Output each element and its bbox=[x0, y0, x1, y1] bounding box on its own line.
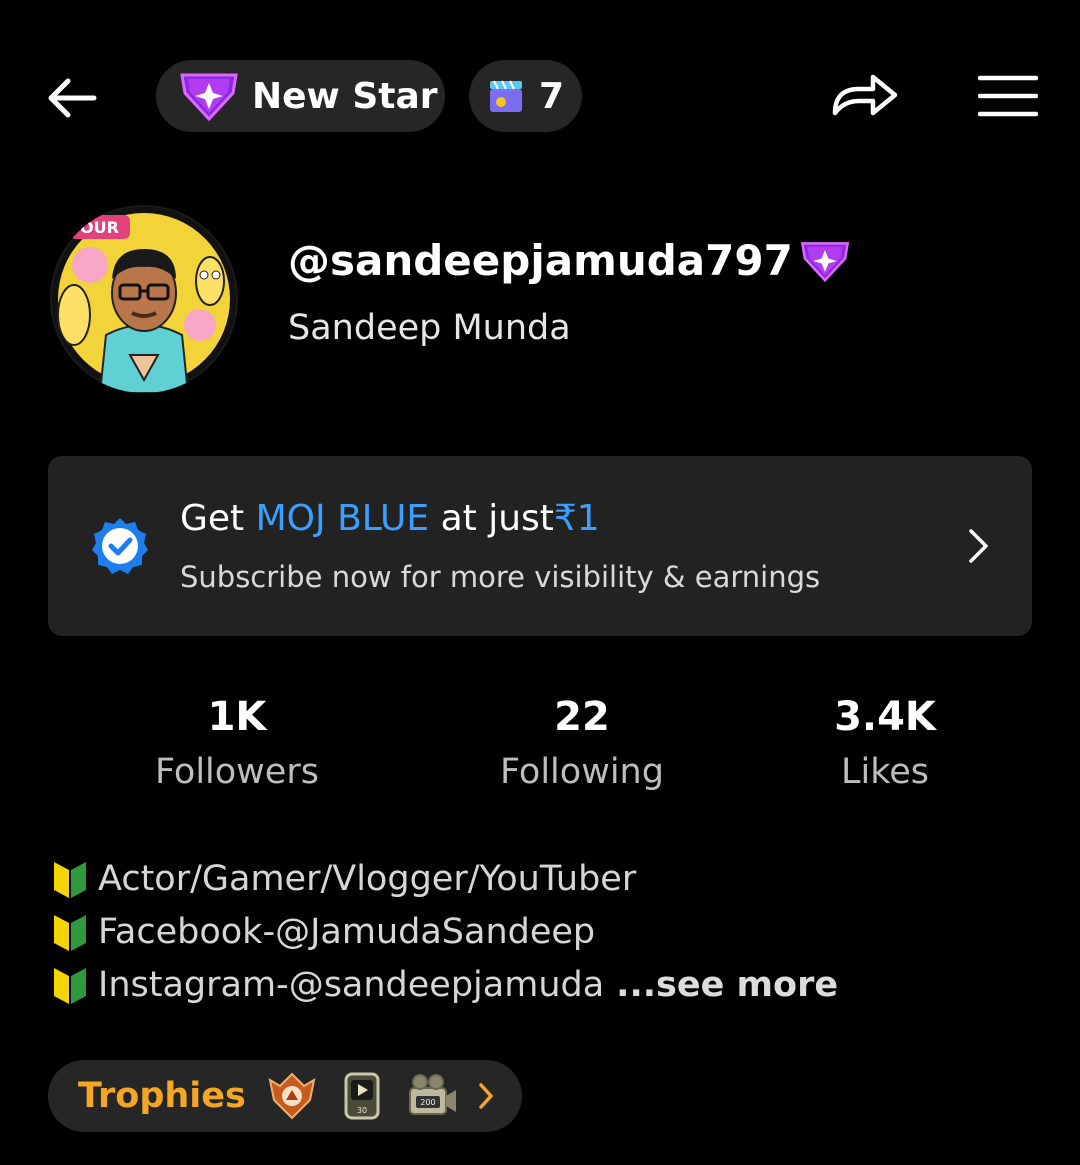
beginner-leaf-icon bbox=[54, 967, 86, 1004]
trophies-button[interactable]: Trophies 30 200 bbox=[48, 1060, 522, 1132]
bio-text: Instagram-@sandeepjamuda bbox=[98, 964, 605, 1005]
bio-line: Actor/Gamer/Vlogger/YouTuber bbox=[52, 852, 838, 905]
clap-count-badge[interactable]: 7 bbox=[469, 60, 582, 132]
bio-line: Facebook-@JamudaSandeep bbox=[52, 905, 838, 958]
banner-get: Get bbox=[180, 498, 245, 539]
bio-text: Facebook-@JamudaSandeep bbox=[98, 911, 596, 952]
banner-at-just: at just bbox=[440, 498, 554, 539]
bio-line: Instagram-@sandeepjamuda ...see more bbox=[52, 958, 838, 1011]
beginner-leaf-icon bbox=[54, 914, 86, 951]
play-trophy-icon: 30 bbox=[344, 1072, 380, 1120]
profile-handle: @sandeepjamuda797 bbox=[288, 236, 851, 285]
moj-blue-banner[interactable]: Get MOJ BLUE at just₹1 Subscribe now for… bbox=[48, 456, 1032, 636]
see-more-link[interactable]: ...see more bbox=[616, 965, 838, 1005]
back-arrow-icon bbox=[48, 78, 97, 118]
chevron-right-icon bbox=[479, 1083, 493, 1109]
banner-headline: Get MOJ BLUE at just₹1 bbox=[180, 498, 600, 539]
banner-price: ₹1 bbox=[553, 498, 600, 539]
trophy-badge-text: 200 bbox=[420, 1098, 435, 1107]
avatar[interactable]: OUR bbox=[50, 205, 238, 393]
purple-star-gem-icon bbox=[800, 241, 849, 282]
bio-text: Actor/Gamer/Vlogger/YouTuber bbox=[98, 858, 637, 899]
clap-count: 7 bbox=[539, 75, 565, 117]
camera-trophy-icon: 200 bbox=[408, 1074, 456, 1115]
badge-label: New Star bbox=[252, 75, 438, 117]
svg-text:OUR: OUR bbox=[80, 218, 119, 237]
clapperboard-icon bbox=[490, 80, 522, 112]
stat-likes[interactable]: 3.4K Likes bbox=[735, 694, 1035, 792]
stat-following[interactable]: 22 Following bbox=[432, 694, 732, 792]
stat-label: Followers bbox=[155, 752, 319, 792]
trophy-badge-text: 30 bbox=[357, 1106, 367, 1115]
stat-label: Following bbox=[500, 752, 664, 792]
bio: Actor/Gamer/Vlogger/YouTuber Facebook-@J… bbox=[52, 852, 838, 1011]
share-button[interactable] bbox=[826, 62, 904, 128]
new-star-badge[interactable]: New Star bbox=[156, 60, 445, 132]
display-name: Sandeep Munda bbox=[288, 308, 571, 348]
hamburger-menu-icon bbox=[978, 75, 1038, 117]
share-arrow-icon bbox=[832, 74, 898, 116]
trophies-label: Trophies bbox=[78, 1076, 246, 1116]
banner-brand: MOJ BLUE bbox=[255, 498, 430, 539]
stat-value: 3.4K bbox=[834, 694, 936, 740]
beginner-leaf-icon bbox=[54, 861, 86, 898]
stat-followers[interactable]: 1K Followers bbox=[87, 694, 387, 792]
chevron-right-icon bbox=[969, 529, 988, 563]
banner-subtitle: Subscribe now for more visibility & earn… bbox=[180, 560, 821, 594]
stat-label: Likes bbox=[840, 752, 929, 792]
purple-star-gem-icon bbox=[180, 73, 238, 122]
trophy-badge-icon bbox=[268, 1072, 316, 1120]
menu-button[interactable] bbox=[972, 64, 1044, 128]
back-button[interactable] bbox=[40, 66, 104, 130]
avatar-image: OUR bbox=[52, 207, 236, 393]
stat-value: 1K bbox=[207, 694, 267, 740]
stat-value: 22 bbox=[554, 694, 610, 740]
handle-text: @sandeepjamuda797 bbox=[288, 236, 793, 285]
verified-badge-icon bbox=[92, 518, 148, 574]
